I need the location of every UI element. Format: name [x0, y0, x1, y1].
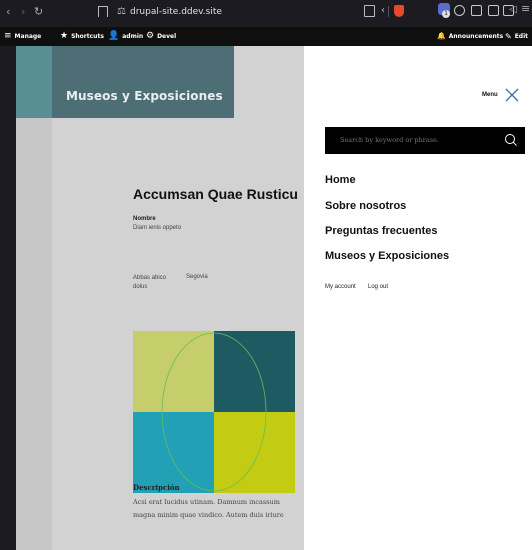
- menu-link-sobre-nosotros[interactable]: Sobre nosotros: [325, 200, 406, 212]
- shortcuts-label: Shortcuts: [71, 33, 104, 40]
- announcements-button[interactable]: 🔔 Announcements: [437, 27, 503, 46]
- page-viewport: Museos y Exposiciones Accumsan Quae Rust…: [0, 46, 532, 550]
- bookmark-icon[interactable]: [98, 6, 108, 17]
- page-gutter: [0, 46, 16, 550]
- close-icon[interactable]: [504, 87, 520, 103]
- star-icon: ★: [60, 31, 69, 41]
- pencil-icon: ✎: [505, 32, 512, 41]
- browser-toolbar: ‹ › ↻ ⚖ drupal-site.ddev.site ‹ 1 ◁ ≡: [0, 0, 532, 27]
- toolbar-divider: [388, 6, 389, 17]
- search-input[interactable]: [325, 127, 497, 154]
- back-icon[interactable]: ‹: [6, 6, 10, 18]
- forward-icon[interactable]: ›: [21, 6, 25, 18]
- sidebar-icon[interactable]: [488, 5, 499, 16]
- menu-panel: Menu Home Sobre nosotros Preguntas frecu…: [304, 46, 532, 550]
- user-button[interactable]: 👤 admin: [108, 27, 143, 46]
- edit-label: Edit: [514, 33, 529, 40]
- menu-link-museos-exposiciones[interactable]: Museos y Exposiciones: [325, 250, 449, 262]
- art-ellipse: [161, 332, 267, 492]
- banner-accent: [16, 46, 52, 118]
- meta-value-b: Segovia: [186, 274, 208, 280]
- field-label-nombre: Nombre: [133, 216, 156, 222]
- hamburger-icon: ≡: [4, 31, 12, 41]
- page-banner: [52, 46, 234, 118]
- menu-link-home[interactable]: Home: [325, 174, 356, 186]
- bell-icon: 🔔: [437, 32, 446, 40]
- page-content: Museos y Exposiciones Accumsan Quae Rust…: [16, 46, 304, 550]
- description-label: Descripción: [133, 483, 180, 492]
- manage-label: Manage: [14, 33, 42, 40]
- field-value-nombre: Diam ienis oppeto: [133, 225, 182, 231]
- address-bar[interactable]: drupal-site.ddev.site: [130, 7, 222, 17]
- announcements-label: Announcements: [448, 33, 504, 40]
- share-icon[interactable]: ‹: [381, 5, 385, 16]
- menu-link-preguntas-frecuentes[interactable]: Preguntas frecuentes: [325, 225, 437, 237]
- admin-toolbar: ≡ Manage ★ Shortcuts 👤 admin ⚙ Devel 🔔 A…: [0, 27, 532, 46]
- search-button[interactable]: [497, 127, 525, 154]
- search-icon: [505, 134, 517, 146]
- page-sidebar-column: [16, 46, 52, 550]
- description-text: Acsi erat lucidus utinam. Damnum incassu…: [133, 498, 284, 519]
- brave-shields-icon[interactable]: [394, 5, 404, 17]
- edit-button[interactable]: ✎ Edit: [505, 27, 528, 46]
- site-settings-icon[interactable]: ⚖: [117, 6, 126, 17]
- my-account-link[interactable]: My account: [325, 284, 356, 290]
- wallet-icon[interactable]: [471, 5, 482, 16]
- artwork-image: [133, 331, 295, 493]
- manage-button[interactable]: ≡ Manage: [4, 27, 41, 46]
- share-alt-icon[interactable]: ◁: [509, 4, 517, 16]
- browser-menu-icon[interactable]: ≡: [521, 3, 530, 15]
- meta-value-a: Abbas abico dolus: [133, 275, 167, 290]
- shortcuts-button[interactable]: ★ Shortcuts: [60, 27, 104, 46]
- user-label: admin: [122, 33, 144, 40]
- log-out-link[interactable]: Log out: [368, 284, 388, 290]
- devel-label: Devel: [157, 33, 177, 40]
- gear-icon: ⚙: [146, 31, 155, 41]
- node-title: Accumsan Quae Rusticu: [133, 186, 298, 202]
- extension-badge: 1: [442, 10, 450, 18]
- reload-icon[interactable]: ↻: [34, 6, 43, 18]
- user-icon: 👤: [108, 31, 120, 41]
- devel-button[interactable]: ⚙ Devel: [146, 27, 176, 46]
- banner-title: Museos y Exposiciones: [66, 89, 223, 103]
- menu-label: Menu: [482, 92, 498, 98]
- rewards-icon[interactable]: [454, 5, 465, 16]
- reader-mode-icon[interactable]: [364, 5, 375, 17]
